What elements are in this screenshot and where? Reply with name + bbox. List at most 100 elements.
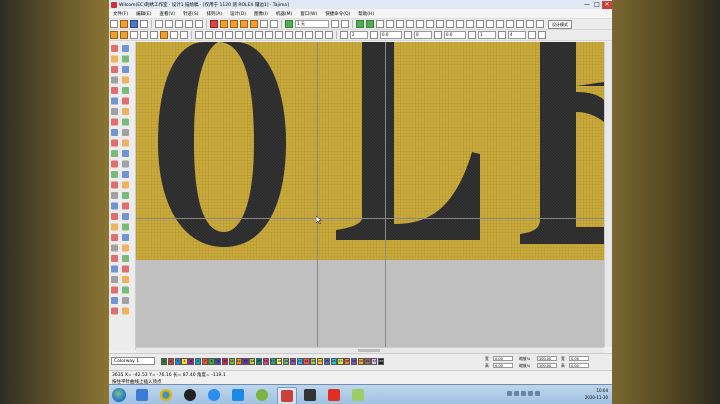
zoom-in-icon[interactable] (260, 20, 268, 28)
offset-icon[interactable] (434, 31, 442, 39)
tool-icon[interactable] (376, 20, 384, 28)
menu-edit[interactable]: 编辑(E) (132, 11, 155, 17)
color-swatch[interactable]: 31 (364, 358, 371, 365)
print-icon[interactable] (140, 20, 148, 28)
taskbar-app-qq[interactable] (181, 387, 199, 403)
tool-icon[interactable] (325, 31, 333, 39)
tool-icon[interactable] (215, 31, 223, 39)
measure-icon[interactable] (356, 20, 364, 28)
toolbox-tool-icon[interactable] (111, 45, 118, 52)
tool-icon[interactable] (255, 31, 263, 39)
color-swatch[interactable]: 22 (303, 358, 310, 365)
toolbox-tool-icon[interactable] (122, 97, 129, 105)
show-image-icon[interactable] (240, 20, 248, 28)
toolbox-tool-icon[interactable] (122, 276, 129, 283)
toolbox-tool-icon[interactable] (111, 87, 118, 94)
cut-icon[interactable] (155, 20, 163, 28)
tool-icon[interactable] (205, 31, 213, 39)
taskbar-app-wilcom[interactable] (253, 387, 271, 403)
vertical-scrollbar[interactable] (604, 42, 612, 347)
color-swatch[interactable]: 21 (296, 358, 303, 365)
toolbox-tool-icon[interactable] (122, 202, 129, 210)
color-swatch[interactable]: 24 (316, 358, 324, 365)
tool-icon[interactable] (396, 20, 404, 28)
open-file-icon[interactable] (120, 20, 128, 28)
toolbox-tool-icon[interactable] (111, 150, 118, 157)
tray-icon[interactable] (521, 391, 526, 396)
close-button[interactable]: ✕ (602, 0, 612, 9)
color-swatch[interactable]: 25 (323, 358, 330, 365)
angle-icon[interactable] (404, 31, 412, 39)
length-icon[interactable] (370, 31, 378, 39)
toolbox-tool-icon[interactable] (122, 171, 129, 178)
color-swatch[interactable]: 17 (269, 358, 276, 365)
zoom-out-icon[interactable] (270, 20, 278, 28)
angle-field[interactable]: 0 (414, 31, 432, 39)
minimize-button[interactable]: — (582, 1, 592, 9)
color-swatch[interactable]: 1 (161, 358, 168, 365)
menu-help[interactable]: 帮助(H) (354, 11, 378, 17)
tool-icon[interactable] (305, 31, 313, 39)
start-button[interactable] (112, 388, 126, 402)
toolbox-tool-icon[interactable] (111, 255, 118, 262)
tool-icon[interactable] (416, 20, 424, 28)
tray-icon[interactable] (535, 391, 540, 396)
tool-icon[interactable] (446, 20, 454, 28)
toolbox-tool-icon[interactable] (122, 55, 129, 63)
outline-type-icon[interactable] (130, 31, 138, 39)
undo-icon[interactable] (185, 20, 193, 28)
tatami-icon[interactable] (150, 31, 158, 39)
count-field[interactable]: 1 (478, 31, 496, 39)
toolbox-tool-icon[interactable] (122, 45, 129, 52)
menu-design[interactable]: 设计(D) (226, 11, 250, 17)
toolbox-tool-icon[interactable] (122, 87, 129, 94)
tool-icon[interactable] (496, 20, 504, 28)
menu-stitch[interactable]: 针迹(S) (179, 11, 202, 17)
fabric-icon[interactable] (285, 20, 293, 28)
width-field[interactable]: 0.00 (493, 356, 513, 361)
color-swatch[interactable]: 3 (174, 358, 181, 365)
taskbar-app-explorer[interactable] (133, 387, 151, 403)
tool-icon[interactable] (195, 31, 203, 39)
color-swatch[interactable]: 26 (330, 358, 337, 365)
tool-icon[interactable] (275, 31, 283, 39)
maximize-button[interactable]: □ (592, 1, 602, 9)
toolbox-tool-icon[interactable] (122, 108, 129, 115)
fabric-settings-icon[interactable] (331, 20, 339, 28)
toolbox-tool-icon[interactable] (111, 129, 118, 136)
taskbar-app-browser[interactable] (205, 387, 223, 403)
color-swatch[interactable]: 5 (188, 358, 195, 365)
toolbox-tool-icon[interactable] (111, 286, 118, 294)
toolbox-tool-icon[interactable] (111, 66, 118, 73)
menu-arrange[interactable]: 排列(A) (202, 11, 226, 17)
show-grid-icon[interactable] (250, 20, 258, 28)
color-swatch[interactable]: 11 (228, 358, 235, 365)
color-swatch[interactable]: 15 (255, 358, 263, 365)
color-swatch[interactable]: 33 (378, 358, 385, 365)
tool-icon[interactable] (386, 20, 394, 28)
color-swatch[interactable]: 13 (242, 358, 249, 365)
taskbar-app-tool[interactable] (349, 387, 367, 403)
scale-y-field[interactable]: 100.00 (537, 363, 557, 368)
tool-icon[interactable] (406, 20, 414, 28)
toolbox-tool-icon[interactable] (111, 192, 118, 199)
color-swatch[interactable]: 19 (283, 358, 290, 365)
tool-icon[interactable] (528, 31, 536, 39)
color-swatch[interactable]: 4 (181, 358, 188, 365)
toolbox-tool-icon[interactable] (111, 202, 118, 210)
toolbox-tool-icon[interactable] (111, 276, 118, 283)
color-swatch[interactable]: 6 (194, 358, 202, 365)
tool-icon[interactable] (536, 20, 544, 28)
new-file-icon[interactable] (110, 20, 118, 28)
color-swatch[interactable]: 29 (350, 358, 358, 365)
toolbox-tool-icon[interactable] (122, 129, 129, 136)
toolbox-tool-icon[interactable] (122, 223, 129, 231)
tray-icon[interactable] (514, 391, 519, 396)
color-swatch[interactable]: 7 (201, 358, 208, 365)
toolbox-tool-icon[interactable] (111, 265, 118, 273)
taskbar-app-record[interactable] (301, 387, 319, 403)
toolbox-tool-icon[interactable] (122, 234, 129, 241)
redo-icon[interactable] (195, 20, 203, 28)
tray-icon[interactable] (507, 391, 512, 396)
taskbar-app-pdd[interactable] (325, 387, 343, 403)
